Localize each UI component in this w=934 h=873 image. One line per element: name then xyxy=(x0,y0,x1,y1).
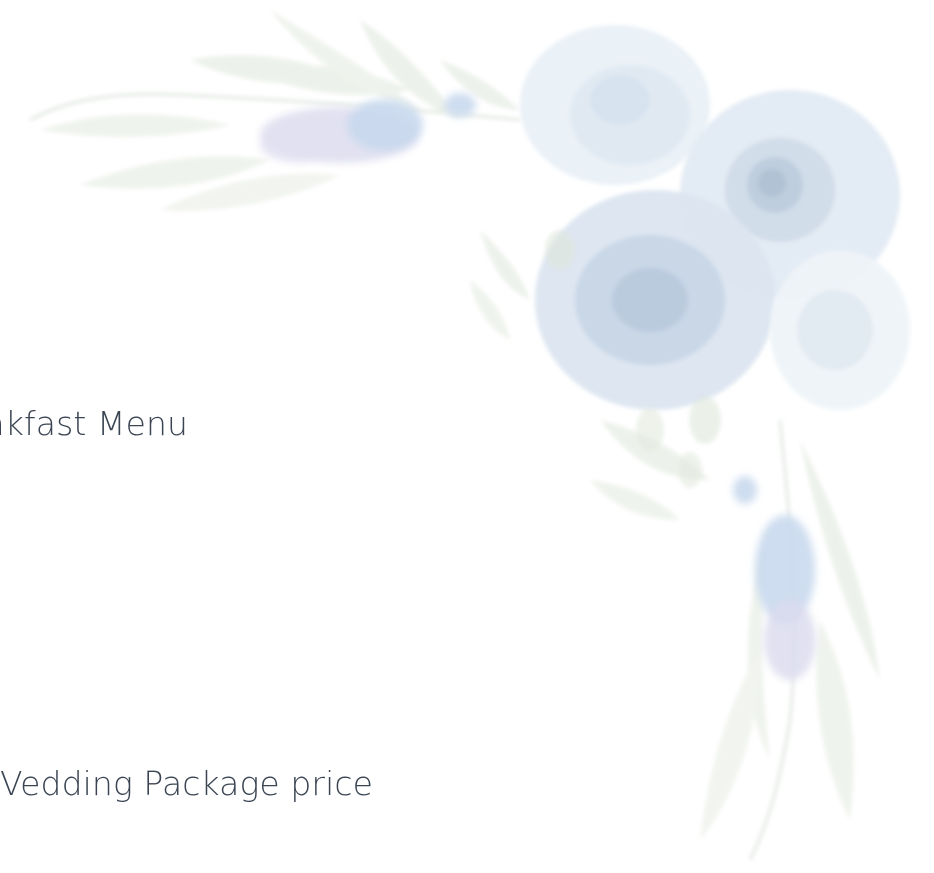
bloom-right-lower xyxy=(770,250,910,410)
peony-center xyxy=(535,190,775,410)
peony-top xyxy=(520,25,710,185)
menu-link-breakfast[interactable]: akfast Menu xyxy=(0,404,188,443)
page: akfast Menu Vedding Package price xyxy=(0,0,934,873)
lavender-sprig-bottom xyxy=(733,476,816,680)
menu-link-wedding-package[interactable]: Vedding Package price xyxy=(0,764,373,803)
